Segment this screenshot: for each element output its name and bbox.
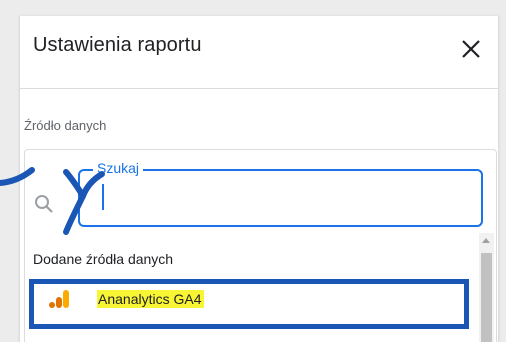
close-button[interactable] [458,36,484,62]
google-analytics-icon [49,288,71,310]
scrollbar-thumb[interactable] [481,253,492,342]
search-icon [33,193,55,215]
list-item-data-source[interactable]: Ananalytics GA4 [33,278,473,322]
search-field[interactable]: Szukaj [78,160,483,227]
search-input[interactable] [98,187,468,209]
data-source-picker: Szukaj Dodane źródła danych Ananalytics [24,149,497,342]
panel-title: Ustawienia raportu [33,34,202,56]
close-icon [462,40,480,58]
screenshot-stage: Ustawienia raportu Źródło danych Szukaj [0,0,506,342]
search-label: Szukaj [93,160,144,176]
panel-header: Ustawienia raportu [20,16,498,89]
scroll-up-arrow-icon[interactable] [482,238,490,243]
text-cursor [102,184,104,210]
data-source-label: Źródło danych [24,118,107,133]
data-source-name: Ananalytics GA4 [97,290,204,308]
added-sources-header: Dodane źródła danych [33,251,174,267]
report-settings-panel: Ustawienia raportu Źródło danych Szukaj [19,16,499,342]
list-scrollbar[interactable] [479,233,494,342]
